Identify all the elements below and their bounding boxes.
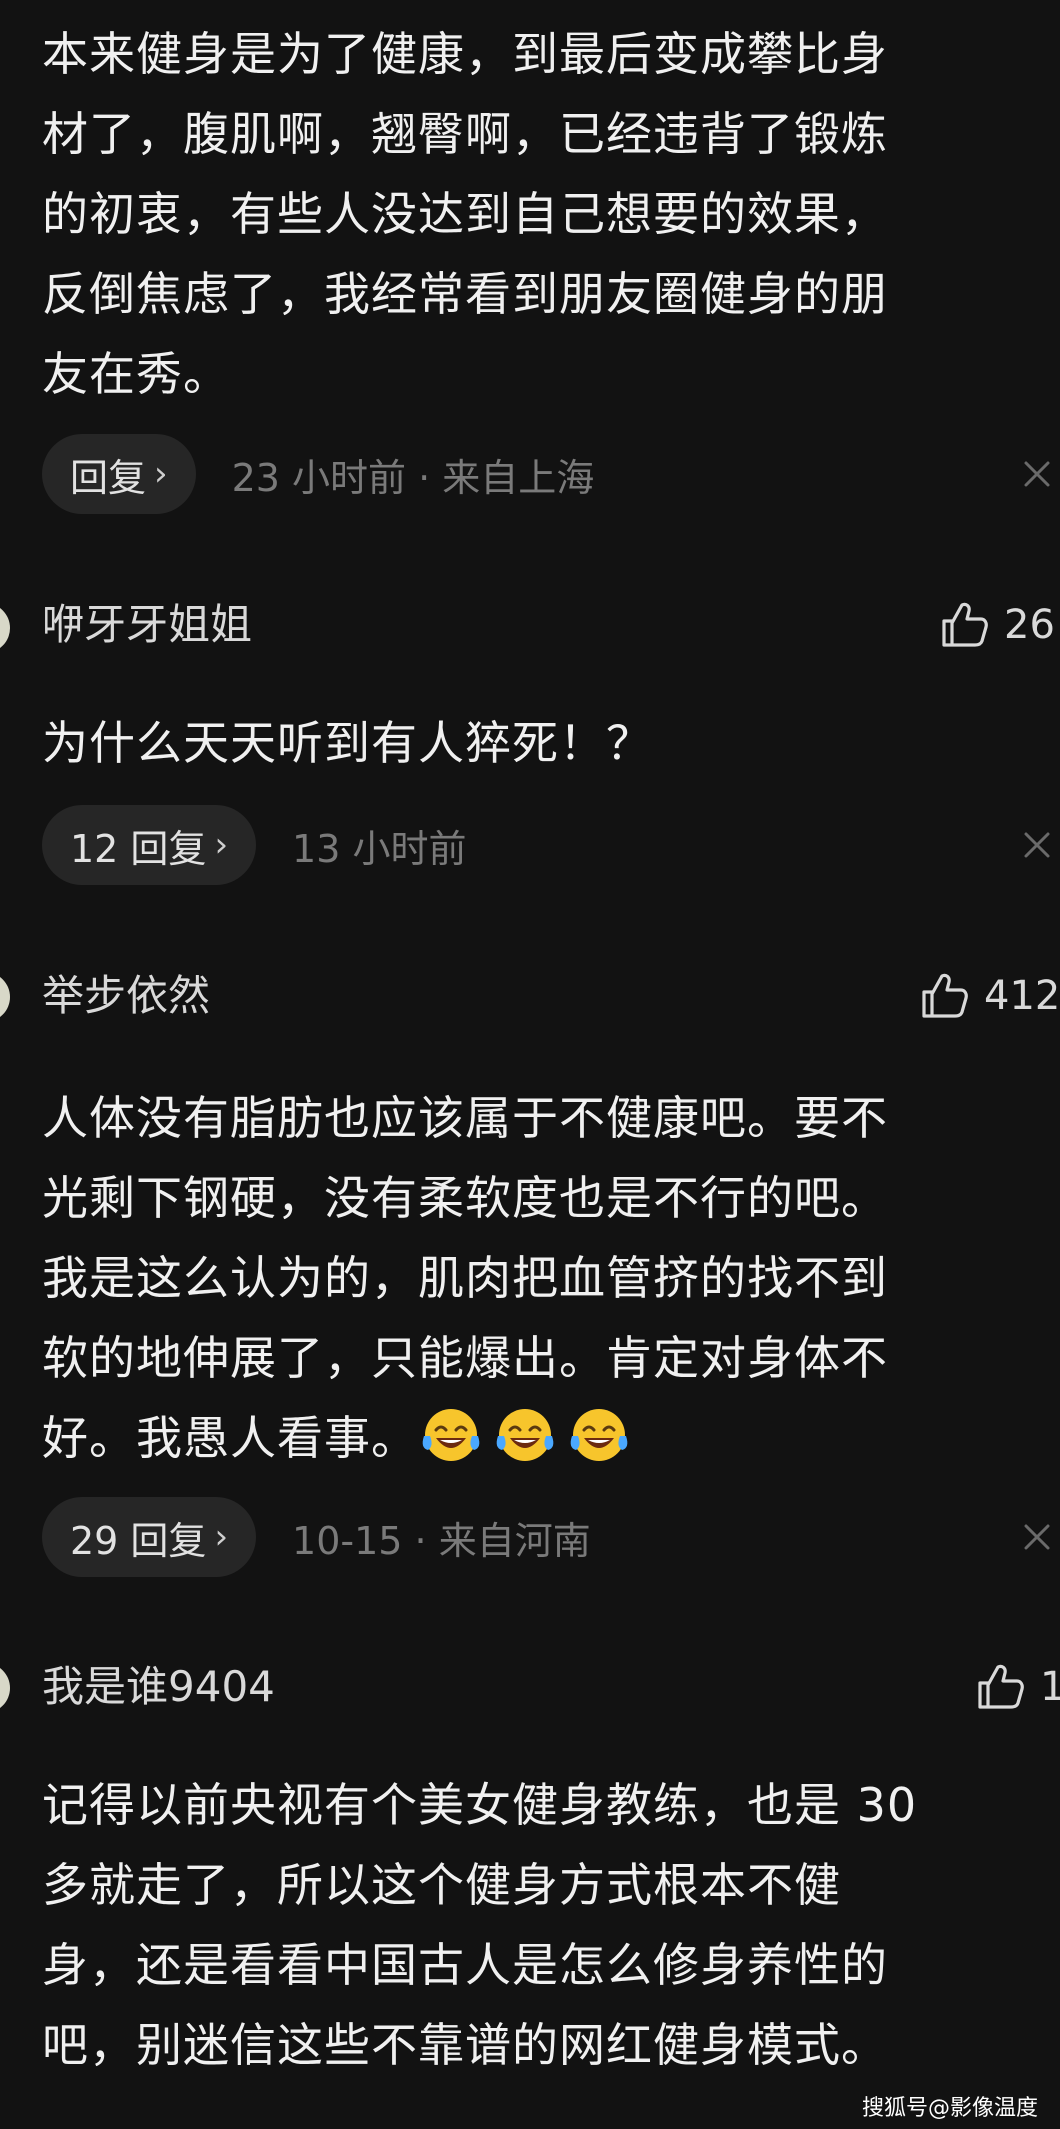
chevron-right-icon: ›: [214, 825, 229, 865]
like-button[interactable]: 1: [974, 1659, 1060, 1715]
comment-text: 记得以前央视有个美女健身教练，也是 30 多就走了，所以这个健身方式根本不健 身…: [42, 1778, 918, 2072]
like-count: 1: [1040, 1664, 1060, 1710]
thumbs-up-icon: [942, 602, 988, 647]
username[interactable]: 咿牙牙姐姐: [42, 597, 252, 653]
comment-meta: 29 回复 › 10-15 · 来自河南: [42, 1497, 591, 1577]
comment-timestamp: 10-15 · 来自河南: [292, 1518, 591, 1563]
avatar[interactable]: [0, 972, 10, 1022]
laughing-tears-emoji: [422, 1409, 480, 1461]
thumbs-up-icon: [978, 1664, 1024, 1709]
reply-button[interactable]: 回复 ›: [42, 434, 196, 514]
close-icon[interactable]: [1022, 459, 1052, 489]
laughing-tears-emoji: [570, 1409, 628, 1461]
comment-text: 人体没有脂肪也应该属于不健康吧。要不 光剩下钢硬，没有柔软度也是不行的吧。 我是…: [42, 1078, 888, 1478]
laughing-tears-emoji: [496, 1409, 554, 1461]
like-count: 26: [1004, 602, 1055, 648]
reply-button[interactable]: 29 回复 ›: [42, 1497, 257, 1577]
thumbs-up-icon: [922, 973, 968, 1018]
comment-timestamp: 13 小时前: [292, 826, 467, 871]
like-button[interactable]: 412: [918, 968, 1060, 1024]
chevron-right-icon: ›: [154, 454, 168, 494]
comment-meta: 回复 › 23 小时前 · 来自上海: [42, 434, 594, 514]
comment-meta: 12 回复 › 13 小时前: [42, 805, 466, 885]
avatar[interactable]: [0, 603, 10, 653]
reply-button[interactable]: 12 回复 ›: [42, 805, 257, 885]
like-button[interactable]: 26: [938, 597, 1055, 653]
avatar[interactable]: [0, 1663, 10, 1713]
watermark: 搜狐号@影像温度: [862, 2096, 1039, 2121]
chevron-right-icon: ›: [214, 1517, 229, 1557]
comment-timestamp: 23 小时前 · 来自上海: [231, 455, 595, 500]
comment-text: 为什么天天听到有人猝死！？: [42, 716, 653, 770]
username[interactable]: 举步依然: [42, 968, 210, 1024]
close-icon[interactable]: [1022, 1522, 1052, 1552]
emoji-group: [418, 1409, 640, 1465]
close-icon[interactable]: [1022, 830, 1052, 860]
like-count: 412: [984, 973, 1060, 1019]
comment-text: 本来健身是为了健康，到最后变成攀比身 材了，腹肌啊，翘臀啊，已经违背了锻炼 的初…: [42, 27, 888, 401]
username[interactable]: 我是谁9404: [42, 1659, 275, 1715]
